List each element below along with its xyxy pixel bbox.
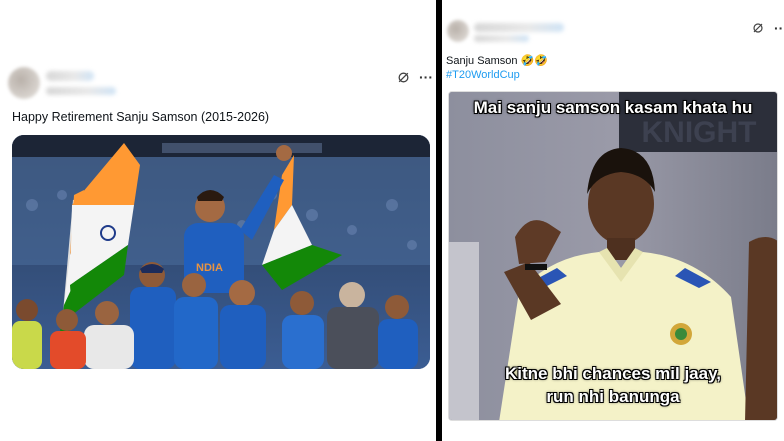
post-header-actions: ··· [751, 21, 784, 35]
post-image-meme[interactable]: KNIGHT Mai sanju samson kasam khata hu K… [448, 91, 778, 421]
author-avatar[interactable] [447, 20, 469, 42]
meme-top-caption: Mai sanju samson kasam khata hu [473, 98, 753, 117]
author-name-blurred[interactable] [46, 71, 94, 81]
right-post-card: ··· Sanju Samson 🤣🤣 #T20WorldCup KNIGHT [442, 0, 784, 441]
post-header-actions: ··· [396, 70, 433, 84]
meme-bottom-caption-line1: Kitne bhi chances mil jaay, [504, 364, 722, 383]
author-handle-blurred [474, 35, 529, 42]
celebration-photo: NDIA [12, 135, 430, 369]
more-options-icon[interactable]: ··· [419, 70, 433, 84]
meme-bottom-caption-line2: run nhi banunga [546, 387, 680, 406]
hashtag-link[interactable]: #T20WorldCup [446, 69, 520, 81]
post-image-celebration[interactable]: NDIA [12, 135, 430, 369]
left-post-card: ··· Happy Retirement Sanju Samson (2015-… [0, 0, 436, 441]
post-text: Happy Retirement Sanju Samson (2015-2026… [12, 110, 270, 124]
author-avatar[interactable] [8, 67, 40, 99]
more-options-icon[interactable]: ··· [774, 21, 784, 35]
grok-icon[interactable] [751, 21, 765, 35]
author-name-blurred[interactable] [474, 23, 564, 32]
svg-text:NDIA: NDIA [196, 262, 223, 274]
grok-icon[interactable] [396, 70, 410, 84]
post-text: Sanju Samson 🤣🤣 [446, 55, 548, 67]
author-handle-blurred [46, 87, 116, 95]
svg-text:KNIGHT: KNIGHT [642, 116, 757, 149]
